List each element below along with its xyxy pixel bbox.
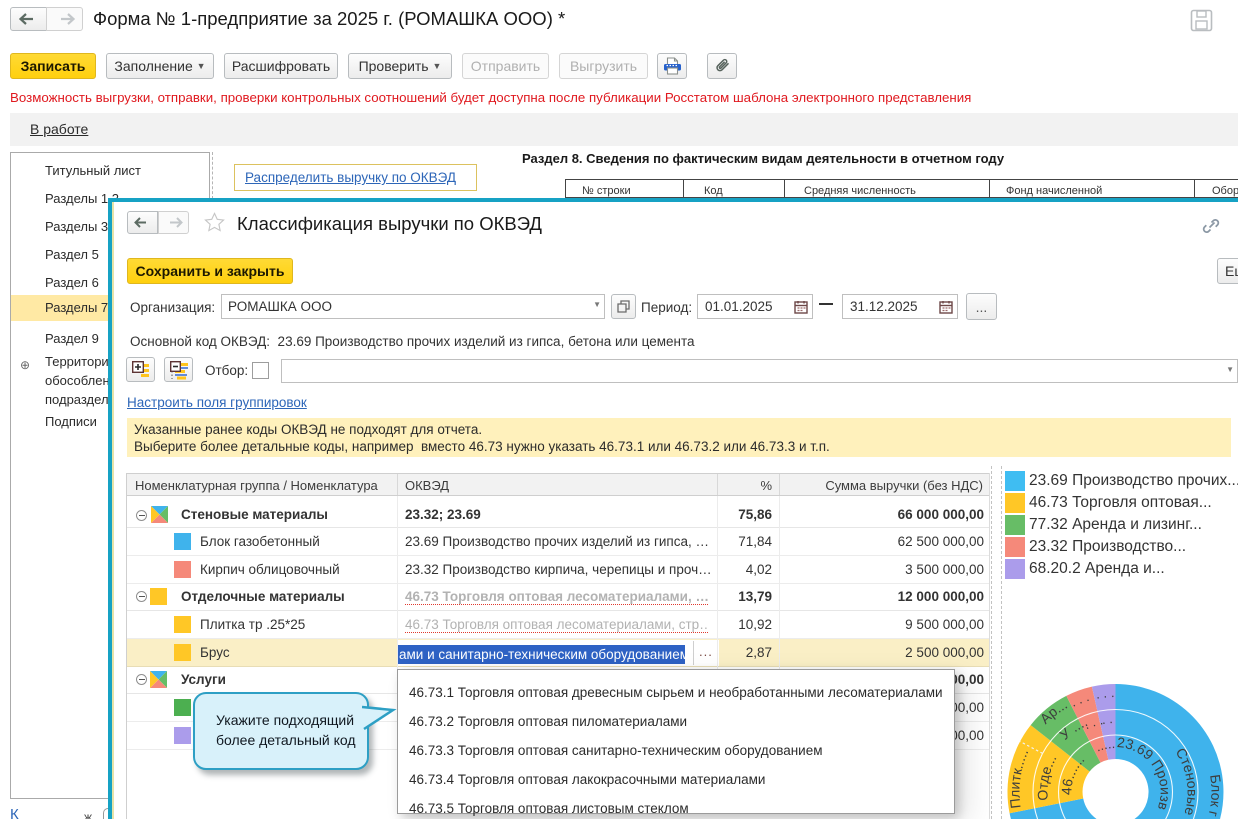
svg-text:. . .: . . .	[1094, 685, 1114, 702]
